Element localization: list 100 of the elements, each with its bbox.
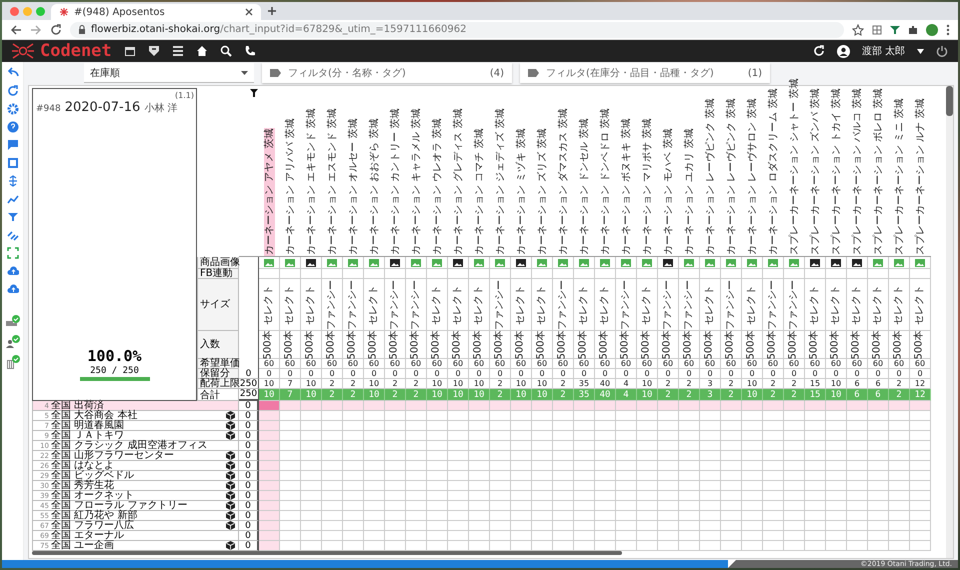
search-icon[interactable]: [220, 45, 232, 57]
cube-icon[interactable]: [226, 461, 235, 470]
sort-dropdown[interactable]: 在庫順: [84, 63, 254, 83]
settings-icon[interactable]: [6, 103, 18, 115]
trash-check-icon[interactable]: [6, 355, 20, 369]
user-icon[interactable]: [836, 44, 850, 58]
help-icon[interactable]: [6, 121, 18, 133]
column-header[interactable]: カーネーション ウレオラ 茨城: [432, 118, 443, 256]
photo-icon[interactable]: [852, 258, 862, 266]
calendar-icon[interactable]: [124, 45, 136, 57]
menu-icon[interactable]: [172, 45, 184, 57]
cube-icon[interactable]: [226, 421, 235, 430]
column-header[interactable]: カーネーション ドンペドロ 茨城: [600, 108, 611, 256]
column-header[interactable]: カーネーション ズリズ 茨城: [537, 128, 548, 256]
puzzle-icon[interactable]: [908, 24, 918, 34]
scan-frame-icon[interactable]: [6, 247, 18, 259]
link-icon[interactable]: [6, 229, 18, 241]
back-arrow-icon[interactable]: [10, 24, 22, 36]
column-header[interactable]: スプレーカーネーション シャトー 茨城: [789, 78, 800, 256]
forward-arrow-icon[interactable]: [30, 24, 42, 36]
minimize-icon[interactable]: [23, 6, 32, 16]
column-header[interactable]: カーネーション ロダスクリーム 茨城: [768, 88, 779, 256]
user-name[interactable]: 渡部 太郎: [862, 44, 905, 58]
cube-icon[interactable]: [226, 431, 235, 440]
home-icon[interactable]: [196, 45, 208, 57]
trend-icon[interactable]: [6, 193, 18, 205]
column-header[interactable]: カーネーション ボヌキキ 茨城: [621, 118, 632, 256]
cube-icon[interactable]: [226, 511, 235, 520]
cube-icon[interactable]: [226, 541, 235, 550]
filter-input[interactable]: フィルタ(在庫分・品目・品種・タグ): [544, 66, 743, 80]
column-header[interactable]: スプレーカーネーション トカイ 茨城: [831, 88, 842, 256]
cube-icon[interactable]: [226, 501, 235, 510]
column-header[interactable]: カーネーション ミヅキ 茨城: [516, 128, 527, 256]
column-header[interactable]: カーネーション エキモンド 茨城: [306, 108, 317, 256]
photo-icon[interactable]: [516, 258, 526, 266]
horizontal-scrollbar[interactable]: [32, 551, 622, 555]
cube-icon[interactable]: [226, 411, 235, 420]
column-header[interactable]: カーネーション レーヴピンク 茨城: [726, 98, 737, 256]
filter-icon[interactable]: [250, 89, 258, 97]
column-header[interactable]: カーネーション ジェディズ 茨城: [495, 108, 506, 256]
grid-icon[interactable]: [872, 24, 882, 34]
column-header[interactable]: カーネーション カントリー 茨城: [390, 108, 401, 256]
vertical-arrows-icon[interactable]: [6, 175, 18, 187]
column-header[interactable]: スプレーカーネーション ルナ 茨城: [915, 98, 926, 256]
column-header[interactable]: カーネーション ドンセル 茨城: [579, 118, 590, 256]
power-icon[interactable]: [936, 45, 948, 57]
close-icon[interactable]: [245, 8, 253, 16]
column-header[interactable]: カーネーション ユカリ 茨城: [684, 128, 695, 256]
more-vertical-icon[interactable]: [946, 24, 950, 36]
cloud-upload-icon[interactable]: [6, 265, 18, 277]
filter-field[interactable]: フィルタ(分・名称・タグ) (4): [262, 63, 512, 83]
undo-arrow-icon[interactable]: [6, 67, 18, 79]
column-header[interactable]: カーネーション アリババ 茨城: [285, 118, 296, 256]
column-header[interactable]: カーネーション アヤメ 茨城: [264, 128, 275, 256]
cube-icon[interactable]: [226, 521, 235, 530]
column-header[interactable]: スプレーカーネーション ボレロ 茨城: [873, 88, 884, 256]
app-logo[interactable]: Codenet: [40, 41, 112, 61]
shield-icon[interactable]: [148, 45, 160, 57]
photo-icon[interactable]: [810, 258, 820, 266]
photo-icon[interactable]: [663, 258, 673, 266]
column-header[interactable]: カーネーション コマチ 茨城: [474, 128, 485, 256]
column-header[interactable]: カーネーション モハベ 茨城: [663, 128, 674, 256]
column-header[interactable]: カーネーション レーヴサロン 茨城: [747, 98, 758, 256]
caret-icon[interactable]: [917, 48, 924, 54]
photo-icon[interactable]: [453, 258, 463, 266]
filter-input[interactable]: フィルタ(分・名称・タグ): [286, 66, 485, 80]
column-header[interactable]: スプレーカーネーション バルコ 茨城: [852, 88, 863, 256]
column-header[interactable]: スプレーカーネーション ズンバ 茨城: [810, 88, 821, 256]
person-check-icon[interactable]: [6, 335, 20, 349]
column-header[interactable]: カーネーション ダマスカス 茨城: [558, 108, 569, 256]
vertical-scrollbar[interactable]: [946, 86, 953, 558]
plus-icon[interactable]: [267, 6, 277, 16]
avatar-icon[interactable]: [926, 24, 938, 36]
phone-icon[interactable]: [244, 45, 256, 57]
cloud-upload-icon[interactable]: [6, 283, 18, 295]
maximize-icon[interactable]: [36, 6, 45, 16]
cube-icon[interactable]: [226, 471, 235, 480]
funnel-icon[interactable]: [890, 24, 900, 34]
cube-icon[interactable]: [226, 451, 235, 460]
column-header[interactable]: カーネーション エスモンド 茨城: [327, 108, 338, 256]
cube-icon[interactable]: [226, 491, 235, 500]
browser-tab[interactable]: #(948) Aposentos: [51, 4, 261, 20]
column-header[interactable]: カーネーション キャラメル 茨城: [411, 108, 422, 256]
cube-icon[interactable]: [226, 481, 235, 490]
column-header[interactable]: カーネーション マリポサ 茨城: [642, 118, 653, 256]
photo-icon[interactable]: [390, 258, 400, 266]
column-header[interactable]: カーネーション グレディス 茨城: [453, 108, 464, 256]
expand-icon[interactable]: [6, 157, 18, 169]
reload-icon[interactable]: [50, 24, 62, 36]
filter-field[interactable]: フィルタ(在庫分・品目・品種・タグ) (1): [520, 63, 770, 83]
photo-icon[interactable]: [306, 258, 316, 266]
column-header[interactable]: カーネーション おおぞら 茨城: [369, 118, 380, 256]
star-icon[interactable]: [852, 24, 864, 36]
address-bar[interactable]: flowerbiz.otani-shokai.org/chart_input?id=67829&_utim_=1597111660962: [70, 22, 844, 38]
column-header[interactable]: スプレーカーネーション ミニ 茨城: [894, 98, 905, 256]
photo-icon[interactable]: [831, 258, 841, 266]
column-header[interactable]: カーネーション レーヴピンク 茨城: [705, 98, 716, 256]
column-header[interactable]: カーネーション オルセー 茨城: [348, 118, 359, 256]
logo-icon[interactable]: [12, 43, 34, 59]
truck-check-icon[interactable]: [6, 315, 20, 329]
